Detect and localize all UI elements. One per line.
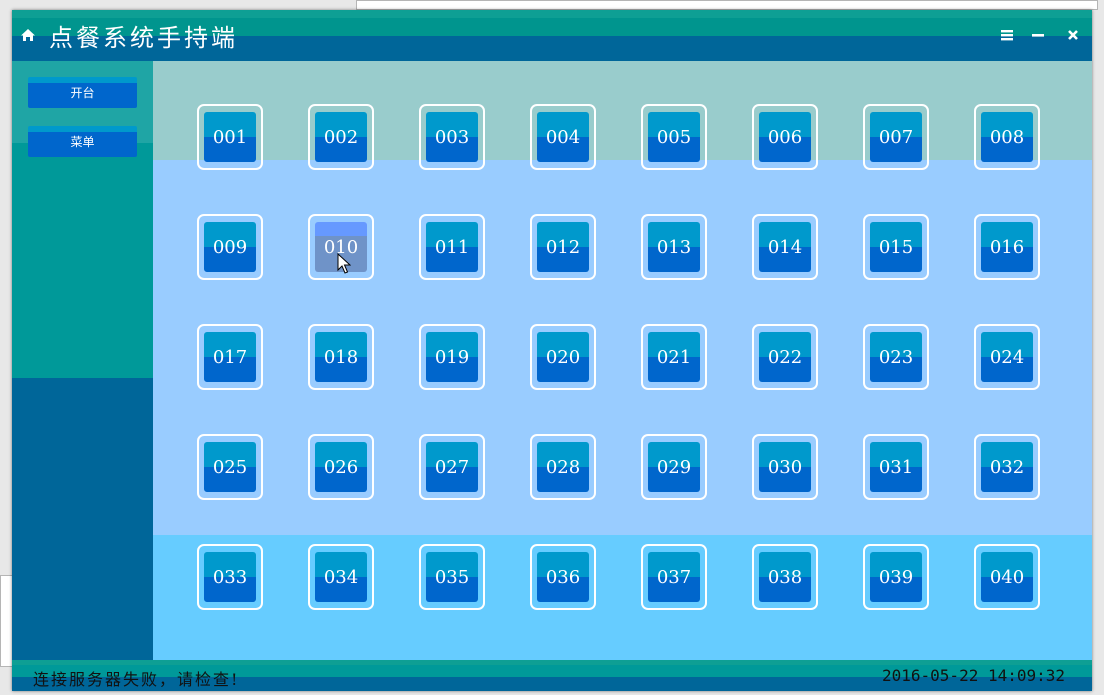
table-number-label: 025 (204, 442, 256, 492)
table-button-010[interactable]: 010 (308, 214, 374, 280)
table-button-027[interactable]: 027 (419, 434, 485, 500)
table-button-001[interactable]: 001 (197, 104, 263, 170)
table-button-004[interactable]: 004 (530, 104, 596, 170)
background-window-edge (356, 0, 1098, 10)
table-button-011[interactable]: 011 (419, 214, 485, 280)
table-button-020[interactable]: 020 (530, 324, 596, 390)
table-button-036[interactable]: 036 (530, 544, 596, 610)
table-number-label: 020 (537, 332, 589, 382)
app-window: 点餐系统手持端 开台 菜单 001 002 003 004 005 006 007 008 00… (12, 10, 1092, 691)
grid-band-top (153, 61, 1092, 160)
table-button-012[interactable]: 012 (530, 214, 596, 280)
table-number-label: 006 (759, 112, 811, 162)
status-message: 连接服务器失败，请检查! (33, 670, 240, 689)
table-number-label: 033 (204, 552, 256, 602)
table-button-017[interactable]: 017 (197, 324, 263, 390)
minimize-icon[interactable] (1029, 26, 1047, 44)
table-button-018[interactable]: 018 (308, 324, 374, 390)
table-number-label: 011 (426, 222, 478, 272)
table-button-035[interactable]: 035 (419, 544, 485, 610)
table-grid-area: 001 002 003 004 005 006 007 008 009 010 011 012 013 0… (153, 61, 1092, 660)
table-button-024[interactable]: 024 (974, 324, 1040, 390)
table-number-label: 034 (315, 552, 367, 602)
table-button-007[interactable]: 007 (863, 104, 929, 170)
grid-band-bottom (153, 535, 1092, 660)
table-button-013[interactable]: 013 (641, 214, 707, 280)
table-number-label: 017 (204, 332, 256, 382)
table-number-label: 021 (648, 332, 700, 382)
close-icon[interactable] (1064, 26, 1082, 44)
table-number-label: 031 (870, 442, 922, 492)
table-number-label: 024 (981, 332, 1033, 382)
table-number-label: 029 (648, 442, 700, 492)
table-number-label: 040 (981, 552, 1033, 602)
table-button-021[interactable]: 021 (641, 324, 707, 390)
app-title: 点餐系统手持端 (49, 24, 238, 52)
table-number-label: 039 (870, 552, 922, 602)
table-button-029[interactable]: 029 (641, 434, 707, 500)
table-button-016[interactable]: 016 (974, 214, 1040, 280)
table-button-008[interactable]: 008 (974, 104, 1040, 170)
table-button-003[interactable]: 003 (419, 104, 485, 170)
table-button-023[interactable]: 023 (863, 324, 929, 390)
table-button-015[interactable]: 015 (863, 214, 929, 280)
table-number-label: 012 (537, 222, 589, 272)
table-number-label: 001 (204, 112, 256, 162)
table-button-026[interactable]: 026 (308, 434, 374, 500)
table-number-label: 014 (759, 222, 811, 272)
grid-band-middle (153, 160, 1092, 535)
table-number-label: 023 (870, 332, 922, 382)
table-number-label: 032 (981, 442, 1033, 492)
table-number-label: 008 (981, 112, 1033, 162)
table-button-028[interactable]: 028 (530, 434, 596, 500)
table-button-022[interactable]: 022 (752, 324, 818, 390)
table-button-009[interactable]: 009 (197, 214, 263, 280)
status-bar: 连接服务器失败，请检查! 2016-05-22 14:09:32 (12, 660, 1092, 691)
menu-button[interactable]: 菜单 (28, 126, 137, 157)
table-number-label: 037 (648, 552, 700, 602)
table-button-032[interactable]: 032 (974, 434, 1040, 500)
table-number-label: 009 (204, 222, 256, 272)
table-button-019[interactable]: 019 (419, 324, 485, 390)
open-table-button[interactable]: 开台 (28, 77, 137, 108)
table-button-038[interactable]: 038 (752, 544, 818, 610)
table-button-002[interactable]: 002 (308, 104, 374, 170)
table-number-label: 016 (981, 222, 1033, 272)
table-number-label: 018 (315, 332, 367, 382)
table-number-label: 010 (315, 222, 367, 272)
table-button-006[interactable]: 006 (752, 104, 818, 170)
table-button-037[interactable]: 037 (641, 544, 707, 610)
table-button-030[interactable]: 030 (752, 434, 818, 500)
menu-icon[interactable] (998, 26, 1016, 44)
home-icon[interactable] (20, 28, 36, 42)
table-number-label: 005 (648, 112, 700, 162)
table-button-014[interactable]: 014 (752, 214, 818, 280)
table-button-034[interactable]: 034 (308, 544, 374, 610)
table-number-label: 003 (426, 112, 478, 162)
table-number-label: 013 (648, 222, 700, 272)
table-number-label: 027 (426, 442, 478, 492)
table-button-040[interactable]: 040 (974, 544, 1040, 610)
table-number-label: 015 (870, 222, 922, 272)
table-button-025[interactable]: 025 (197, 434, 263, 500)
table-number-label: 038 (759, 552, 811, 602)
table-number-label: 004 (537, 112, 589, 162)
table-button-033[interactable]: 033 (197, 544, 263, 610)
sidebar: 开台 菜单 (12, 61, 153, 660)
table-number-label: 007 (870, 112, 922, 162)
table-number-label: 002 (315, 112, 367, 162)
table-number-label: 022 (759, 332, 811, 382)
title-bar[interactable]: 点餐系统手持端 (12, 10, 1092, 61)
status-datetime: 2016-05-22 14:09:32 (882, 666, 1066, 685)
table-button-005[interactable]: 005 (641, 104, 707, 170)
table-button-039[interactable]: 039 (863, 544, 929, 610)
table-number-label: 036 (537, 552, 589, 602)
table-number-label: 030 (759, 442, 811, 492)
table-number-label: 026 (315, 442, 367, 492)
table-number-label: 028 (537, 442, 589, 492)
table-button-031[interactable]: 031 (863, 434, 929, 500)
table-number-label: 035 (426, 552, 478, 602)
table-number-label: 019 (426, 332, 478, 382)
